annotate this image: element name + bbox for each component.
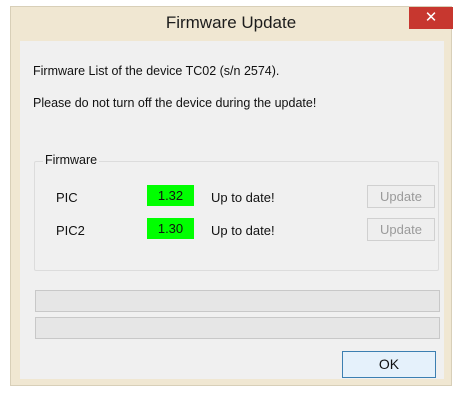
ok-button[interactable]: OK [342, 351, 436, 378]
update-button-pic[interactable]: Update [367, 185, 435, 208]
update-button-pic2[interactable]: Update [367, 218, 435, 241]
firmware-row-pic: PIC 1.32 Up to date! Update [35, 185, 438, 211]
title-bar[interactable]: Firmware Update ✕ [11, 7, 453, 41]
firmware-name: PIC [56, 190, 78, 205]
firmware-version-badge: 1.30 [147, 218, 194, 239]
firmware-status: Up to date! [211, 223, 275, 238]
firmware-group: Firmware PIC 1.32 Up to date! Update PIC… [34, 153, 439, 271]
progress-bar-2 [35, 317, 440, 339]
close-button[interactable]: ✕ [409, 7, 453, 29]
close-icon: ✕ [424, 9, 438, 26]
warning-text: Please do not turn off the device during… [33, 96, 317, 110]
firmware-group-label: Firmware [43, 153, 100, 167]
window-title: Firmware Update [165, 13, 297, 32]
firmware-name: PIC2 [56, 223, 85, 238]
firmware-row-pic2: PIC2 1.30 Up to date! Update [35, 218, 438, 244]
firmware-version-badge: 1.32 [147, 185, 194, 206]
dialog-content: Firmware List of the device TC02 (s/n 25… [20, 41, 444, 379]
progress-bar-1 [35, 290, 440, 312]
firmware-update-dialog: Firmware Update ✕ Firmware List of the d… [10, 6, 453, 386]
firmware-status: Up to date! [211, 190, 275, 205]
device-info-text: Firmware List of the device TC02 (s/n 25… [33, 64, 280, 78]
